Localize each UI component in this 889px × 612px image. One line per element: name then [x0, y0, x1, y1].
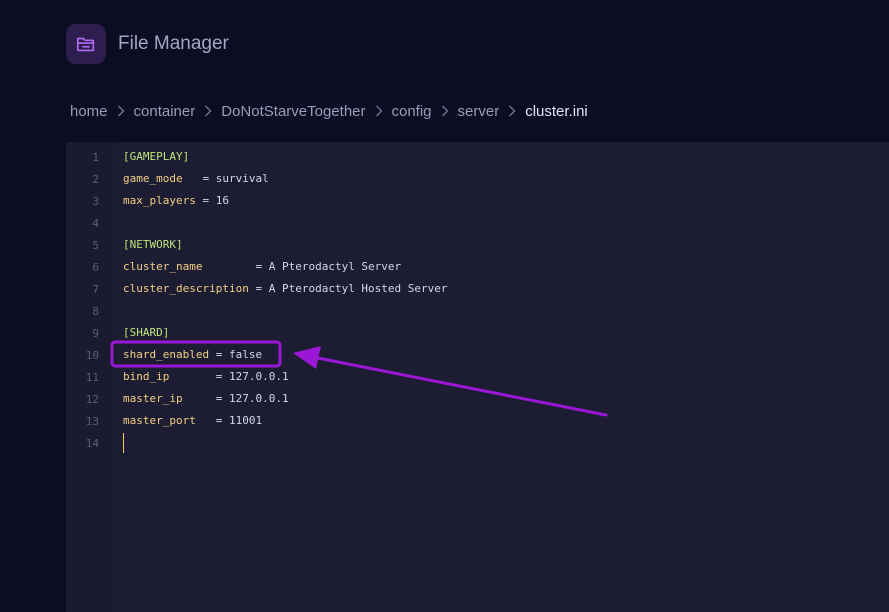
line-number-gutter: 1 2 3 4 5 6 7 8 9 10 11 12 13 14: [66, 142, 118, 612]
chevron-right-icon: [441, 105, 449, 117]
code-line: game_mode = survival: [123, 168, 269, 190]
config-key: game_mode: [123, 172, 183, 185]
code-line: cluster_name = A Pterodactyl Server: [123, 256, 401, 278]
chevron-right-icon: [117, 105, 125, 117]
breadcrumb-item-current-file: cluster.ini: [525, 102, 588, 120]
config-key: cluster_description: [123, 282, 249, 295]
assign-operator: =: [202, 260, 269, 273]
code-line: [SHARD]: [123, 322, 169, 344]
line-number: 13: [85, 415, 99, 428]
config-value: 11001: [228, 414, 263, 427]
breadcrumb-item-donotstarvetogether[interactable]: DoNotStarveTogether: [221, 103, 365, 120]
code-editor[interactable]: 1 2 3 4 5 6 7 8 9 10 11 12 13 14 [GAMEPL…: [66, 142, 889, 612]
config-value: 16: [215, 194, 229, 207]
assign-operator: =: [169, 370, 229, 383]
config-value: A Pterodactyl Server: [268, 260, 402, 273]
line-number: 10: [85, 349, 99, 362]
config-value: 127.0.0.1: [228, 392, 289, 405]
section-header: [GAMEPLAY]: [123, 150, 190, 163]
line-number: 5: [92, 239, 99, 252]
code-line: max_players = 16: [123, 190, 229, 212]
config-value: survival: [215, 172, 269, 185]
assign-operator: =: [195, 414, 229, 427]
assign-operator: =: [182, 392, 229, 405]
line-number: 1: [92, 151, 99, 164]
line-number: 8: [92, 305, 99, 318]
chevron-right-icon: [204, 105, 212, 117]
config-key: max_players: [123, 194, 196, 207]
config-key: shard_enabled: [123, 348, 210, 361]
line-number: 9: [92, 327, 99, 340]
breadcrumb-item-server[interactable]: server: [458, 103, 500, 120]
config-key: master_ip: [123, 392, 183, 405]
breadcrumb-item-container[interactable]: container: [134, 103, 196, 120]
breadcrumb-item-home[interactable]: home: [70, 103, 108, 120]
config-key: bind_ip: [123, 370, 170, 383]
code-line: master_ip = 127.0.0.1: [123, 388, 289, 410]
line-number: 11: [85, 371, 99, 384]
code-line: [GAMEPLAY]: [123, 146, 189, 168]
config-key: cluster_name: [123, 260, 203, 273]
config-key: master_port: [123, 414, 196, 427]
breadcrumb-item-config[interactable]: config: [392, 103, 432, 120]
folder-open-icon: [66, 24, 106, 64]
assign-operator: =: [182, 172, 216, 185]
section-header: [SHARD]: [123, 326, 170, 339]
assign-operator: =: [248, 282, 269, 295]
code-line: [NETWORK]: [123, 234, 183, 256]
page-header: File Manager: [66, 24, 229, 64]
line-number: 14: [85, 437, 99, 450]
code-line: shard_enabled = false: [123, 344, 262, 366]
file-manager-page: File Manager home container DoNotStarveT…: [0, 0, 889, 612]
section-header: [NETWORK]: [123, 238, 183, 251]
config-value: A Pterodactyl Hosted Server: [268, 282, 448, 295]
page-title: File Manager: [118, 33, 229, 54]
chevron-right-icon: [375, 105, 383, 117]
breadcrumb: home container DoNotStarveTogether confi…: [70, 100, 588, 122]
line-number: 6: [92, 261, 99, 274]
config-value: false: [228, 348, 263, 361]
line-number: 12: [85, 393, 99, 406]
code-line: bind_ip = 127.0.0.1: [123, 366, 289, 388]
chevron-right-icon: [508, 105, 516, 117]
code-line: cluster_description = A Pterodactyl Host…: [123, 278, 448, 300]
code-line: master_port = 11001: [123, 410, 262, 432]
line-number: 3: [92, 195, 99, 208]
text-cursor: [123, 433, 124, 453]
assign-operator: =: [209, 348, 229, 361]
line-number: 7: [92, 283, 99, 296]
line-number: 2: [92, 173, 99, 186]
assign-operator: =: [195, 194, 216, 207]
line-number: 4: [92, 217, 99, 230]
config-value: 127.0.0.1: [228, 370, 289, 383]
